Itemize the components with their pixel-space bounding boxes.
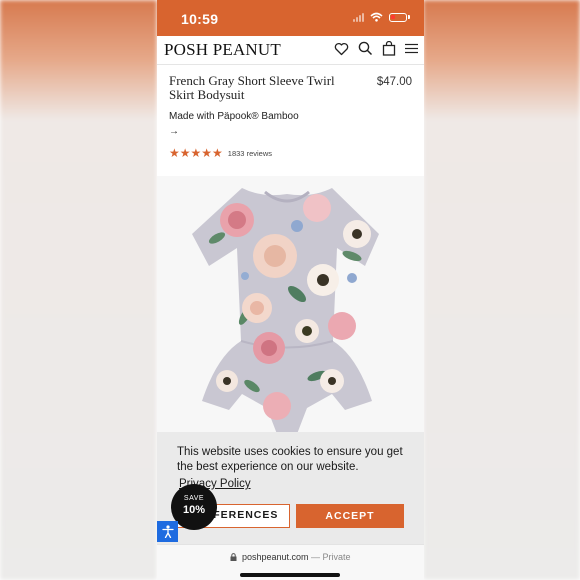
status-time: 10:59: [181, 11, 219, 27]
wifi-icon: [370, 12, 383, 22]
shopping-bag-icon[interactable]: [382, 41, 396, 56]
floral-bodysuit-illustration: [192, 188, 379, 434]
product-image[interactable]: [157, 176, 424, 434]
battery-icon: [389, 12, 407, 22]
hamburger-menu-icon[interactable]: [405, 43, 418, 54]
product-price: $47.00: [376, 76, 412, 88]
save-label: SAVE: [183, 495, 205, 502]
save-amount: 10%: [182, 504, 206, 516]
status-icons: [353, 12, 410, 22]
accept-button[interactable]: ACCEPT: [296, 504, 404, 528]
accessibility-icon: [161, 525, 174, 538]
phone-screen: 10:59 POSH PEANUT French Gray Short Slee…: [157, 0, 424, 580]
browser-address-bar[interactable]: poshpeanut.com — Private: [157, 544, 424, 580]
blurred-background-left: [0, 0, 157, 580]
url-display[interactable]: poshpeanut.com — Private: [157, 552, 424, 562]
review-count[interactable]: 1833 reviews: [228, 149, 272, 158]
battery-cap: [408, 15, 410, 19]
heart-icon[interactable]: [334, 42, 349, 56]
header-icons: [334, 41, 418, 56]
product-title: French Gray Short Sleeve Twirl Skirt Bod…: [169, 73, 335, 102]
search-icon[interactable]: [358, 41, 373, 56]
brand-logo[interactable]: POSH PEANUT: [164, 40, 281, 60]
cookie-message: This website uses cookies to ensure you …: [177, 446, 403, 473]
url-domain: poshpeanut.com: [241, 552, 309, 562]
site-header: POSH PEANUT: [157, 36, 424, 65]
accessibility-button[interactable]: [157, 521, 178, 542]
signal-icon: [353, 12, 364, 22]
rating[interactable]: ★★★★★ 1833 reviews: [169, 146, 272, 160]
status-bar: 10:59: [157, 0, 424, 36]
star-rating-icon: ★★★★★: [169, 146, 223, 160]
lock-icon: [230, 553, 237, 561]
private-mode-label: — Private: [311, 552, 351, 562]
material-link[interactable]: Made with Päpook® Bamboo →: [169, 109, 309, 139]
blurred-background-right: [423, 0, 580, 580]
home-indicator[interactable]: [240, 573, 340, 577]
